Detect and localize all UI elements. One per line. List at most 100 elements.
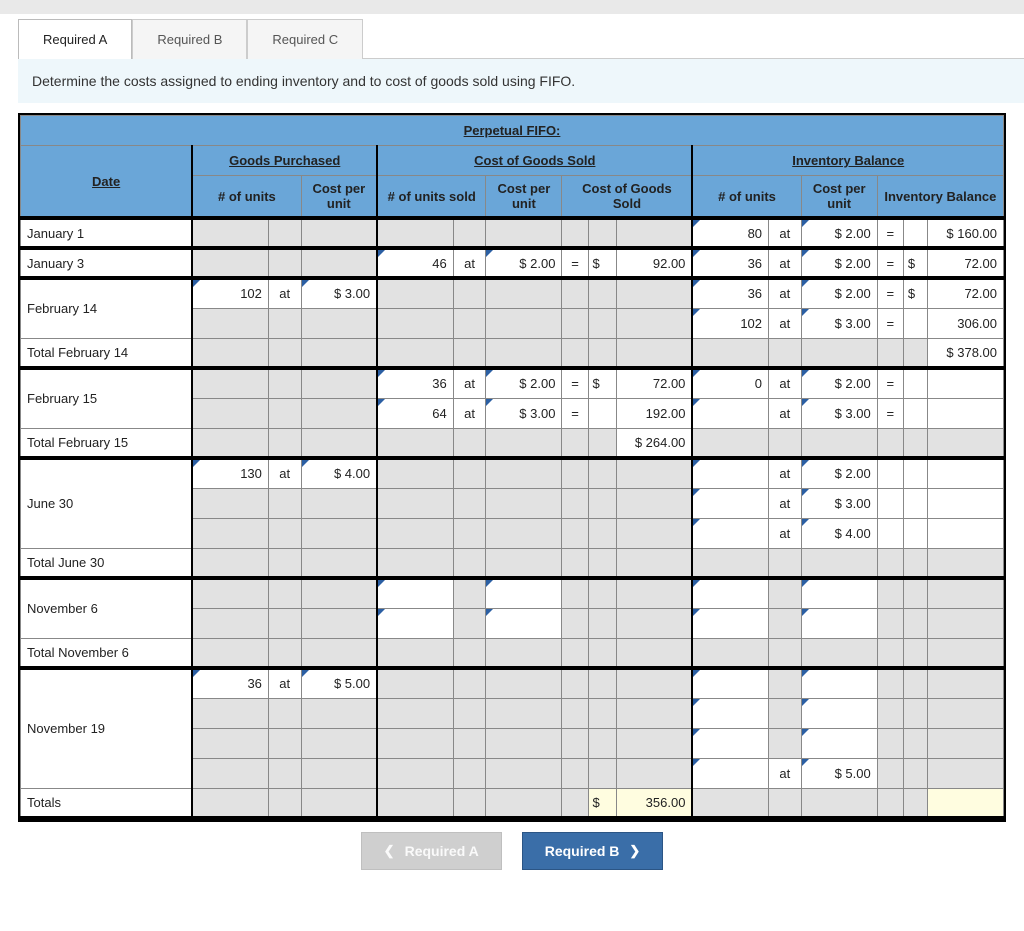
eq-label: =: [562, 368, 588, 398]
eq-label: =: [877, 308, 903, 338]
ib-units-input[interactable]: 80: [692, 218, 768, 248]
tab-required-c[interactable]: Required C: [247, 19, 363, 59]
ib-cpu-input[interactable]: $ 2.00: [801, 458, 877, 488]
date-cell: February 14: [21, 278, 193, 338]
gp-units-input[interactable]: 36: [192, 668, 268, 698]
ib-value: $ 160.00: [927, 218, 1003, 248]
ib-cpu-input[interactable]: $ 3.00: [801, 308, 877, 338]
at-label: at: [268, 668, 301, 698]
date-cell: Total February 14: [21, 338, 193, 368]
ib-units-input[interactable]: 36: [692, 248, 768, 278]
ib-cpu-input[interactable]: $ 3.00: [801, 488, 877, 518]
table-title: Perpetual FIFO:: [21, 116, 1004, 146]
date-cell: January 3: [21, 248, 193, 278]
ib-val-hdr: Inventory Balance: [877, 176, 1003, 219]
col-inventory-balance: Inventory Balance: [692, 146, 1003, 176]
cs-units-input[interactable]: 46: [377, 248, 453, 278]
cs-units-hdr: # of units sold: [377, 176, 486, 219]
ib-units-input[interactable]: [692, 488, 768, 518]
at-label: at: [453, 398, 486, 428]
cs-cpu-hdr: Cost per unit: [486, 176, 562, 219]
cs-cpu-input[interactable]: $ 3.00: [486, 398, 562, 428]
ib-cpu-input[interactable]: $ 2.00: [801, 368, 877, 398]
ib-total: $ 378.00: [927, 338, 1003, 368]
cs-units-input[interactable]: 64: [377, 398, 453, 428]
date-cell: Totals: [21, 788, 193, 818]
ib-cpu-input[interactable]: $ 2.00: [801, 218, 877, 248]
gp-units-input[interactable]: 130: [192, 458, 268, 488]
ib-cpu-input[interactable]: $ 5.00: [801, 758, 877, 788]
cs-units-input[interactable]: 36: [377, 368, 453, 398]
date-cell: January 1: [21, 218, 193, 248]
ib-units-input[interactable]: [692, 518, 768, 548]
ib-cpu-hdr: Cost per unit: [801, 176, 877, 219]
at-label: at: [769, 308, 802, 338]
date-cell: Total February 15: [21, 428, 193, 458]
ib-units-input[interactable]: [692, 668, 768, 698]
at-label: at: [453, 368, 486, 398]
cs-cpu-input[interactable]: $ 2.00: [486, 368, 562, 398]
ib-units-input[interactable]: [692, 698, 768, 728]
tab-required-a[interactable]: Required A: [18, 19, 132, 59]
cs-cpu-input[interactable]: $ 2.00: [486, 248, 562, 278]
ib-cpu-input[interactable]: $ 2.00: [801, 278, 877, 308]
col-cogs: Cost of Goods Sold: [377, 146, 692, 176]
cs-cpu-input[interactable]: [486, 578, 562, 608]
ib-cpu-input[interactable]: $ 2.00: [801, 248, 877, 278]
cs-units-input[interactable]: [377, 578, 453, 608]
at-label: at: [769, 368, 802, 398]
at-label: at: [769, 518, 802, 548]
gp-cpu-input[interactable]: $ 4.00: [301, 458, 377, 488]
ib-units-input[interactable]: [692, 608, 768, 638]
ib-cpu-input[interactable]: [801, 698, 877, 728]
ib-units-input[interactable]: 102: [692, 308, 768, 338]
ib-units-input[interactable]: [692, 458, 768, 488]
ib-units-input[interactable]: [692, 758, 768, 788]
ib-units-input[interactable]: [692, 398, 768, 428]
ib-cpu-input[interactable]: $ 4.00: [801, 518, 877, 548]
date-cell: Total June 30: [21, 548, 193, 578]
usd-label: $: [588, 788, 616, 818]
at-label: at: [268, 458, 301, 488]
instruction-text: Determine the costs assigned to ending i…: [18, 58, 1024, 103]
tab-bar: Required A Required B Required C: [18, 18, 1024, 58]
ib-cpu-input[interactable]: $ 3.00: [801, 398, 877, 428]
chevron-left-icon: ❮: [384, 843, 395, 859]
next-button[interactable]: Required B ❯: [522, 832, 664, 870]
date-cell: November 19: [21, 668, 193, 788]
usd-label: $: [588, 248, 616, 278]
cs-value: 92.00: [616, 248, 692, 278]
cs-units-input[interactable]: [377, 608, 453, 638]
top-strip: [0, 0, 1024, 14]
gp-cpu-hdr: Cost per unit: [301, 176, 377, 219]
ib-units-input[interactable]: [692, 578, 768, 608]
gp-cpu-input[interactable]: $ 3.00: [301, 278, 377, 308]
ib-cpu-input[interactable]: [801, 608, 877, 638]
tab-required-b[interactable]: Required B: [132, 19, 247, 59]
date-cell: February 15: [21, 368, 193, 428]
cs-cpu-input[interactable]: [486, 608, 562, 638]
ib-value: 306.00: [927, 308, 1003, 338]
ib-cpu-input[interactable]: [801, 728, 877, 758]
eq-label: =: [877, 248, 903, 278]
gp-units-hdr: # of units: [192, 176, 301, 219]
ib-cpu-input[interactable]: [801, 578, 877, 608]
chevron-right-icon: ❯: [629, 843, 640, 859]
date-cell: Total November 6: [21, 638, 193, 668]
at-label: at: [769, 248, 802, 278]
gp-cpu-input[interactable]: $ 5.00: [301, 668, 377, 698]
ib-cpu-input[interactable]: [801, 668, 877, 698]
ib-units-input[interactable]: 36: [692, 278, 768, 308]
ib-units-input[interactable]: [692, 728, 768, 758]
col-goods-purchased: Goods Purchased: [192, 146, 377, 176]
ib-units-input[interactable]: 0: [692, 368, 768, 398]
cs-value: 192.00: [616, 398, 692, 428]
prev-label: Required A: [405, 843, 479, 859]
usd-label: $: [588, 368, 616, 398]
at-label: at: [453, 248, 486, 278]
eq-label: =: [877, 218, 903, 248]
ib-grand-total: [927, 788, 1003, 818]
usd-label: [903, 218, 927, 248]
date-cell: June 30: [21, 458, 193, 548]
gp-units-input[interactable]: 102: [192, 278, 268, 308]
